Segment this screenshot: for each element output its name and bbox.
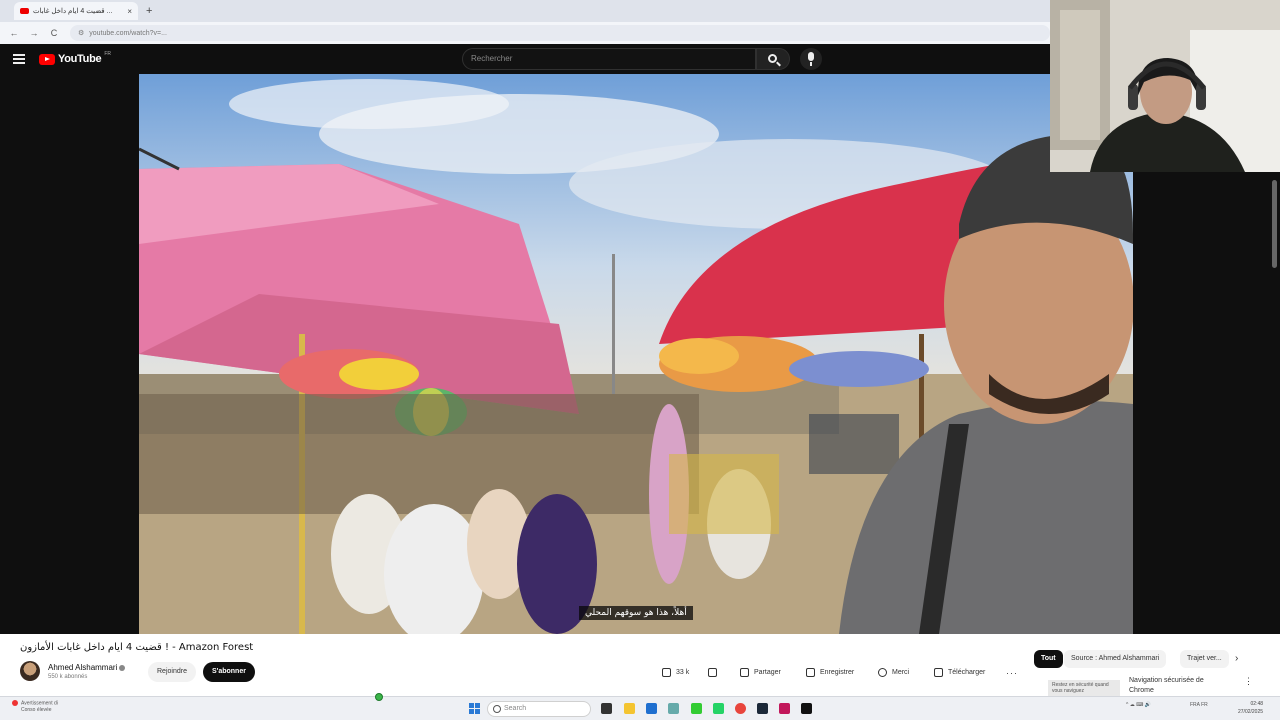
- video-subtitle: أهلاً، هذا هو سوقهم المحلي: [579, 606, 693, 620]
- browser-tab-youtube[interactable]: قضيت 4 ايام داخل غابات ... ×: [14, 2, 138, 20]
- notice-line2: Conso élevée: [21, 707, 52, 714]
- search-input[interactable]: Rechercher: [462, 48, 756, 70]
- clock[interactable]: 02:48 27/02/2025: [1238, 700, 1263, 716]
- chrome-icon[interactable]: [735, 703, 746, 714]
- like-button[interactable]: 33 k: [656, 662, 695, 682]
- search-button[interactable]: [756, 48, 790, 70]
- address-bar[interactable]: ⚙ youtube.com/watch?v=...: [70, 25, 1050, 41]
- thanks-icon: [878, 667, 887, 677]
- download-label: Télécharger: [948, 668, 986, 676]
- dislike-button[interactable]: [702, 662, 723, 682]
- screen: قضيت 4 ايام داخل غابات ... × + ← → C ⚙ y…: [0, 0, 1280, 720]
- forward-button[interactable]: →: [28, 28, 40, 38]
- video-title: قضيت 4 ايام داخل غابات الأمازون ! - Amaz…: [20, 642, 254, 653]
- share-label: Partager: [754, 668, 781, 676]
- share-button[interactable]: Partager: [734, 662, 787, 682]
- left-margin: [0, 74, 139, 634]
- tab-title: قضيت 4 ايام داخل غابات ...: [33, 8, 113, 15]
- store-icon[interactable]: [646, 703, 657, 714]
- warning-icon: [12, 700, 18, 706]
- thanks-label: Merci: [892, 668, 910, 676]
- ad-title[interactable]: Navigation sécurisée de Chrome: [1129, 676, 1229, 696]
- subscriber-count: 550 k abonnés: [48, 674, 88, 680]
- chip-all[interactable]: Tout: [1034, 650, 1063, 668]
- thumbs-down-icon: [708, 667, 717, 677]
- url-text: youtube.com/watch?v=...: [89, 29, 167, 37]
- os-taskbar: Avertissement di Conso élevée Search ^ ☁…: [0, 696, 1280, 720]
- channel-avatar[interactable]: [20, 661, 40, 681]
- new-tab-button[interactable]: +: [146, 5, 152, 17]
- more-options-icon[interactable]: ⋮: [1244, 676, 1253, 687]
- tab-close-icon[interactable]: ×: [127, 7, 132, 16]
- search-icon: [768, 54, 777, 63]
- logo-text: YouTube: [58, 53, 102, 65]
- mouse-cursor: [375, 693, 383, 701]
- video-info-area: قضيت 4 ايام داخل غابات الأمازون ! - Amaz…: [0, 634, 1280, 696]
- ad-thumbnail[interactable]: Restez en sécurité quand vous naviguez: [1048, 680, 1120, 696]
- chevron-right-icon[interactable]: ›: [1235, 653, 1238, 664]
- menu-icon[interactable]: [13, 54, 25, 64]
- whatsapp-icon[interactable]: [713, 703, 724, 714]
- youtube-favicon-icon: [20, 8, 29, 14]
- youtube-play-icon: [39, 53, 55, 65]
- download-icon: [934, 667, 943, 677]
- save-label: Enregistrer: [820, 668, 855, 676]
- video-player[interactable]: أهلاً، هذا هو سوقهم المحلي: [139, 74, 1133, 634]
- task-view-icon[interactable]: [601, 703, 612, 714]
- page-scrollbar[interactable]: [1272, 180, 1277, 268]
- verified-icon: [119, 664, 126, 671]
- youtube-header: YouTube FR Rechercher: [0, 44, 1050, 74]
- app-icon[interactable]: [668, 703, 679, 714]
- notification-widget[interactable]: Avertissement di Conso élevée: [12, 700, 58, 714]
- language-indicator[interactable]: FRA FR: [1190, 702, 1208, 708]
- capture-app-icon[interactable]: [801, 703, 812, 714]
- thanks-button[interactable]: Merci: [872, 662, 915, 682]
- channel-name-text: Ahmed Alshammari: [48, 663, 118, 672]
- country-code: FR: [104, 51, 111, 57]
- back-button[interactable]: ←: [8, 28, 20, 38]
- youtube-logo[interactable]: YouTube FR: [39, 51, 111, 65]
- clock-time: 02:48: [1250, 701, 1264, 707]
- clock-date: 27/02/2025: [1238, 709, 1264, 715]
- media-app-icon[interactable]: [779, 703, 790, 714]
- right-margin: [1133, 172, 1280, 634]
- save-icon: [806, 667, 815, 677]
- file-explorer-icon[interactable]: [624, 703, 635, 714]
- voice-search-icon[interactable]: [800, 48, 822, 70]
- subscribe-button[interactable]: S'abonner: [203, 662, 255, 682]
- chip-source[interactable]: Source : Ahmed Alshammari: [1064, 650, 1167, 668]
- steam-icon[interactable]: [757, 703, 768, 714]
- thumbs-up-icon: [662, 667, 671, 677]
- xbox-icon[interactable]: [691, 703, 702, 714]
- site-info-icon[interactable]: ⚙: [78, 29, 84, 37]
- channel-name[interactable]: Ahmed Alshammari: [48, 663, 126, 672]
- more-actions-icon[interactable]: ···: [1006, 668, 1018, 678]
- chip-route[interactable]: Trajet ver...: [1180, 650, 1229, 668]
- save-button[interactable]: Enregistrer: [800, 662, 860, 682]
- notice-line1: Avertissement di: [21, 700, 58, 707]
- webcam-overlay: [1050, 0, 1280, 172]
- taskbar-search[interactable]: Search: [487, 701, 591, 717]
- join-button[interactable]: Rejoindre: [148, 662, 196, 682]
- reload-button[interactable]: C: [48, 28, 60, 38]
- like-count: 33 k: [676, 668, 690, 676]
- share-icon: [740, 667, 749, 677]
- video-frame-image: [139, 74, 1133, 634]
- download-button[interactable]: Télécharger: [928, 662, 991, 682]
- webcam-image: [1050, 0, 1280, 172]
- windows-start-icon[interactable]: [469, 703, 480, 714]
- system-tray[interactable]: ^ ☁ ⌨ 🔊: [1126, 702, 1151, 708]
